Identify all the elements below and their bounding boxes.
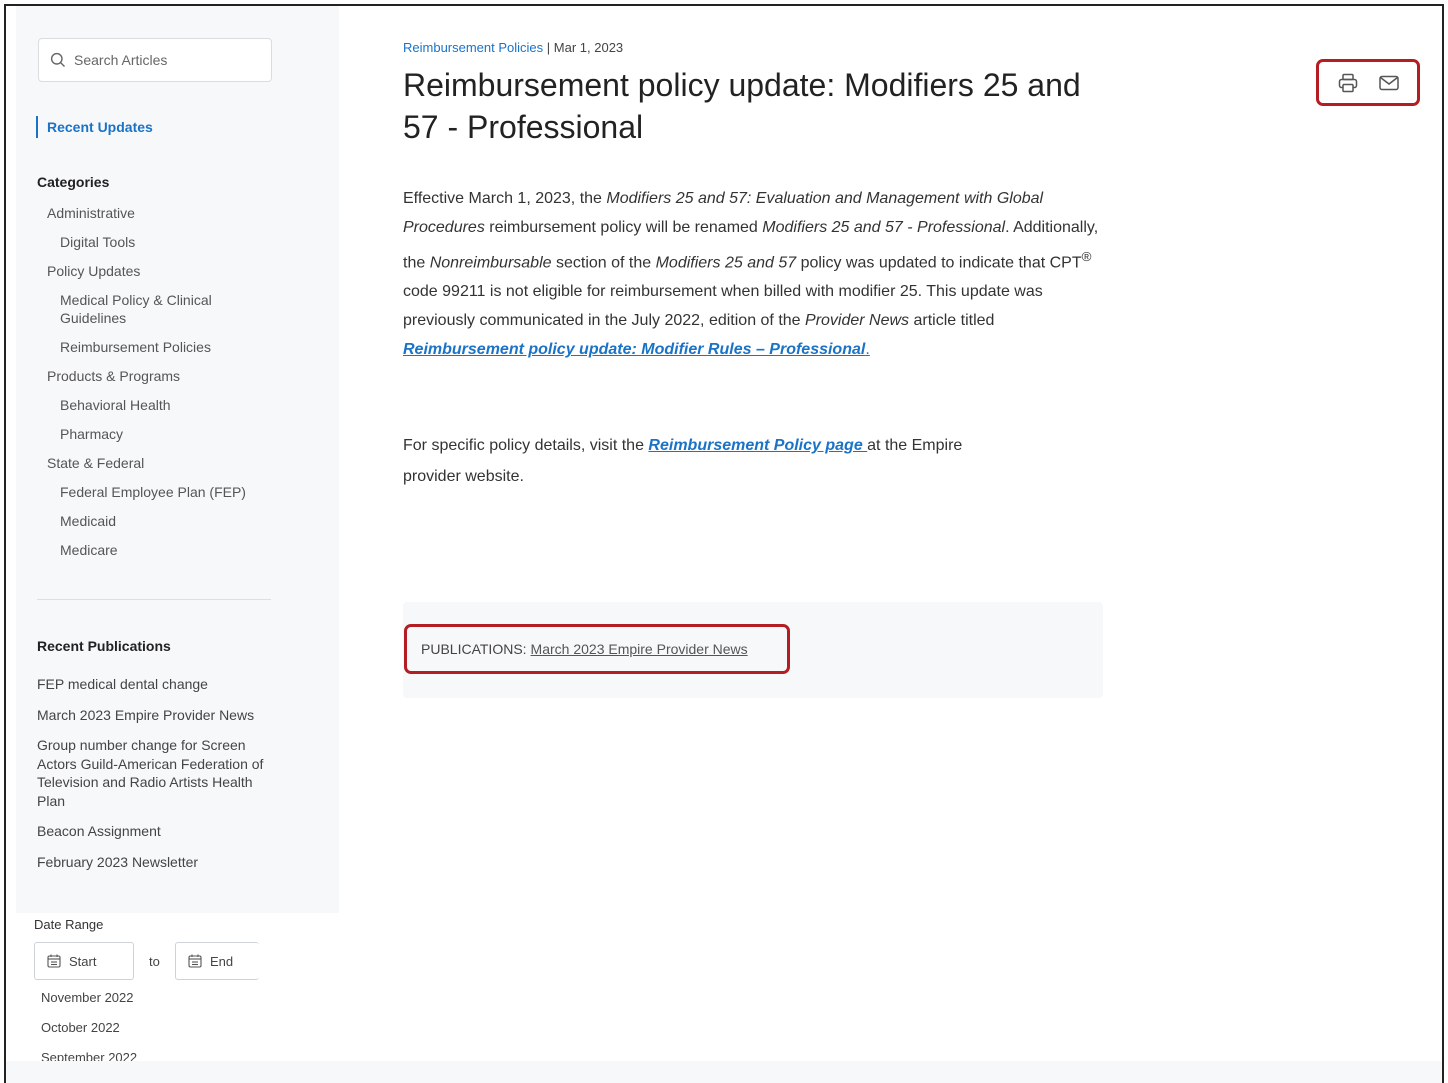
- text-span: For specific policy details, visit the: [403, 437, 649, 454]
- reimbursement-policy-link[interactable]: Reimbursement Policy page: [648, 437, 867, 454]
- article-title: Reimbursement policy update: Modifiers 2…: [403, 67, 1081, 145]
- article-paragraph-2: For specific policy details, visit the R…: [403, 430, 1003, 492]
- article-paragraph-1: Effective March 1, 2023, the Modifiers 2…: [403, 184, 1103, 364]
- italic-span: Modifiers 25 and 57: [655, 254, 797, 272]
- category-item[interactable]: Reimbursement Policies: [37, 338, 277, 356]
- category-item[interactable]: Medicaid: [37, 512, 277, 530]
- print-icon: [1338, 73, 1357, 92]
- divider: [37, 599, 271, 600]
- publication-item[interactable]: Group number change for Screen Actors Gu…: [37, 736, 271, 810]
- category-item[interactable]: Pharmacy: [37, 425, 277, 443]
- meta-separator: |: [543, 40, 554, 55]
- category-item[interactable]: Behavioral Health: [37, 396, 277, 414]
- publication-item[interactable]: FEP medical dental change: [37, 675, 271, 694]
- date-to-label: to: [149, 954, 160, 969]
- publications-callout: PUBLICATIONS: March 2023 Empire Provider…: [404, 624, 790, 674]
- date-start-label: Start: [69, 953, 97, 969]
- print-button[interactable]: [1337, 72, 1359, 94]
- publication-item[interactable]: February 2023 Newsletter: [37, 853, 271, 872]
- calendar-icon: [47, 954, 61, 968]
- calendar-icon: [188, 954, 202, 968]
- month-item[interactable]: October 2022: [41, 1020, 137, 1036]
- category-item[interactable]: Medical Policy & Clinical Guidelines: [37, 291, 277, 327]
- modifier-rules-link[interactable]: Reimbursement policy update: Modifier Ru…: [403, 341, 865, 358]
- month-item[interactable]: November 2022: [41, 990, 137, 1006]
- publication-item[interactable]: Beacon Assignment: [37, 822, 271, 841]
- recent-updates-link[interactable]: Recent Updates: [36, 116, 153, 138]
- categories-heading: Categories: [37, 174, 110, 190]
- search-input[interactable]: Search Articles: [38, 38, 272, 82]
- date-range-label: Date Range: [34, 917, 104, 932]
- italic-span: Provider News: [805, 312, 910, 330]
- text-span: article titled: [909, 312, 995, 330]
- mail-icon: [1378, 75, 1399, 90]
- email-button[interactable]: [1378, 72, 1400, 94]
- category-item[interactable]: State & Federal: [37, 454, 277, 472]
- publications-label: PUBLICATIONS:: [421, 641, 527, 657]
- date-end-input[interactable]: End: [175, 942, 259, 980]
- categories-list: Administrative Digital Tools Policy Update…: [37, 204, 277, 570]
- link-period: .: [865, 341, 870, 359]
- date-start-input[interactable]: Start: [34, 942, 134, 980]
- page-frame: Search Articles Recent Updates Categorie…: [4, 4, 1444, 1083]
- article-actions: [1316, 59, 1420, 106]
- italic-span: Nonreimbursable: [429, 254, 552, 272]
- category-item[interactable]: Federal Employee Plan (FEP): [37, 483, 277, 501]
- article-date: Mar 1, 2023: [553, 40, 624, 55]
- category-item[interactable]: Administrative: [37, 204, 277, 222]
- category-item[interactable]: Digital Tools: [37, 233, 277, 251]
- date-end-label: End: [210, 953, 234, 969]
- recent-publications-heading: Recent Publications: [37, 638, 171, 654]
- text-span: reimbursement policy will be renamed: [484, 219, 763, 236]
- sidebar: Search Articles Recent Updates Categorie…: [16, 6, 339, 913]
- category-item[interactable]: Products & Programs: [37, 367, 277, 385]
- search-icon: [50, 52, 65, 67]
- publication-item[interactable]: March 2023 Empire Provider News: [37, 706, 271, 725]
- footer-strip: [6, 1061, 1442, 1083]
- article-category-link[interactable]: Reimbursement Policies: [403, 40, 543, 55]
- text-span: Effective March 1, 2023, the: [403, 190, 607, 207]
- italic-span: Modifiers 25 and 57 - Professional: [762, 219, 1006, 236]
- registered-mark: ®: [1081, 249, 1092, 264]
- category-item[interactable]: Policy Updates: [37, 262, 277, 280]
- text-span: policy was updated to indicate that CPT: [796, 254, 1082, 272]
- recent-publications-list: FEP medical dental change March 2023 Empi…: [37, 675, 271, 883]
- text-span: section of the: [551, 254, 656, 272]
- category-item[interactable]: Medicare: [37, 541, 277, 559]
- publication-link[interactable]: March 2023 Empire Provider News: [531, 641, 748, 657]
- article-meta: Reimbursement Policies | Mar 1, 2023: [403, 40, 623, 55]
- search-placeholder: Search Articles: [74, 52, 168, 68]
